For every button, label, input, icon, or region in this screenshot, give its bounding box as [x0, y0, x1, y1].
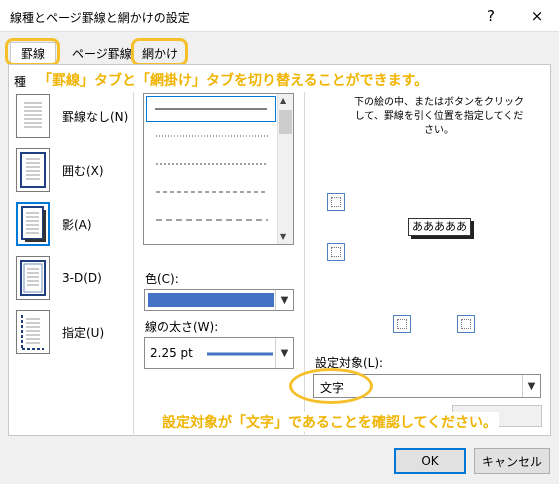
preview-sample[interactable]: あああああ	[408, 218, 471, 236]
ok-button[interactable]: OK	[394, 448, 466, 474]
scroll-thumb[interactable]	[279, 110, 292, 134]
line-style-scrollbar[interactable]: ▲ ▼	[277, 94, 293, 244]
scroll-up-icon[interactable]: ▲	[280, 96, 286, 105]
window-title: 線種とページ罫線と網かけの設定	[10, 11, 190, 25]
width-dropdown[interactable]: 2.25 pt ▼	[144, 337, 294, 369]
preview-instruction: 下の絵の中、またはボタンをクリックして、罫線を引く位置を指定してください。	[354, 97, 524, 136]
line-style-selected[interactable]	[146, 96, 276, 122]
help-button[interactable]: ?	[478, 4, 504, 28]
border-box-icon	[16, 148, 50, 192]
setting-3d[interactable]: 3-D(D)	[16, 256, 102, 300]
border-none-icon	[16, 94, 50, 138]
setting-none-label: 罫線なし(N)	[62, 109, 129, 124]
scroll-down-icon[interactable]: ▼	[280, 232, 286, 241]
setting-none[interactable]: 罫線なし(N)	[16, 94, 128, 138]
annotation-bottom: 設定対象が「文字」であることを確認してください。	[160, 412, 500, 432]
chevron-down-icon[interactable]: ▼	[275, 338, 293, 368]
border-left-button[interactable]	[393, 315, 411, 333]
color-swatch	[148, 293, 274, 307]
border-shadow-icon	[16, 202, 50, 246]
border-3d-icon	[16, 256, 50, 300]
border-top-icon	[331, 197, 341, 207]
cancel-button[interactable]: キャンセル	[474, 448, 550, 474]
color-label: 色(C):	[145, 272, 179, 286]
divider-left	[133, 92, 134, 434]
chevron-down-icon[interactable]: ▼	[275, 290, 293, 310]
border-top-button[interactable]	[327, 193, 345, 211]
setting-shadow-label: 影(A)	[62, 217, 92, 232]
annotation-top: 「罫線」タブと「網掛け」タブを切り替えることができます。	[36, 70, 431, 90]
color-dropdown[interactable]: ▼	[144, 289, 294, 311]
width-sample-line	[207, 352, 273, 356]
setting-3d-label: 3-D(D)	[62, 271, 102, 285]
border-bottom-button[interactable]	[327, 243, 345, 261]
setting-box-label: 囲む(X)	[62, 163, 104, 178]
setting-custom-label: 指定(U)	[62, 325, 105, 340]
width-value: 2.25 pt	[150, 346, 193, 360]
line-style-options[interactable]	[146, 124, 276, 244]
highlight-shading-tab	[131, 38, 188, 66]
chevron-down-icon[interactable]: ▼	[522, 375, 540, 397]
tab-page-border[interactable]: ページ罫線	[66, 42, 138, 64]
line-style-list[interactable]: ▲ ▼	[143, 93, 294, 245]
border-right-button[interactable]	[457, 315, 475, 333]
border-left-icon	[397, 319, 407, 329]
border-right-icon	[461, 319, 471, 329]
setting-custom[interactable]: 指定(U)	[16, 310, 104, 354]
settings-heading: 種	[14, 75, 27, 89]
setting-shadow[interactable]: 影(A)	[16, 202, 92, 246]
close-button[interactable]: ×	[524, 4, 550, 28]
border-custom-icon	[16, 310, 50, 354]
highlight-apply-to	[289, 368, 373, 404]
width-label: 線の太さ(W):	[145, 320, 219, 334]
setting-box[interactable]: 囲む(X)	[16, 148, 104, 192]
border-bottom-icon	[331, 247, 341, 257]
highlight-borders-tab	[5, 38, 60, 66]
